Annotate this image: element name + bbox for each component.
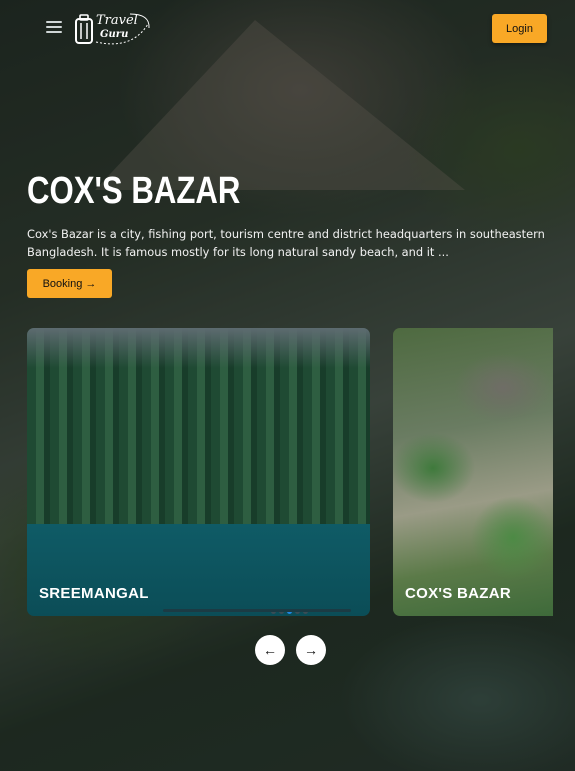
menu-icon[interactable]: [46, 21, 62, 33]
logo-line-2: Guru: [100, 29, 129, 40]
arrow-right-icon[interactable]: →: [296, 635, 326, 665]
hero-background: Travel Guru Login COX'S BAZAR Cox's Baza…: [0, 0, 575, 771]
booking-button[interactable]: Booking →: [27, 269, 112, 298]
hero-description: Cox's Bazar is a city, fishing port, tou…: [27, 227, 545, 259]
navbar: Travel Guru Login: [0, 0, 575, 56]
login-button[interactable]: Login: [492, 14, 547, 43]
card-mist: [27, 328, 370, 368]
logo-line-1: Travel: [96, 13, 138, 28]
destination-card-sreemangal[interactable]: SREEMANGAL: [27, 328, 370, 616]
arrow-left-icon[interactable]: ←: [255, 635, 285, 665]
hero-title: COX'S BAZAR: [27, 170, 241, 212]
logo-text[interactable]: Travel Guru: [96, 14, 138, 42]
card-label: SREEMANGAL: [39, 585, 149, 602]
destination-card-coxs-bazar[interactable]: COX'S BAZAR: [393, 328, 553, 616]
carousel-progress-bar: [163, 609, 351, 612]
card-label: COX'S BAZAR: [405, 585, 512, 602]
